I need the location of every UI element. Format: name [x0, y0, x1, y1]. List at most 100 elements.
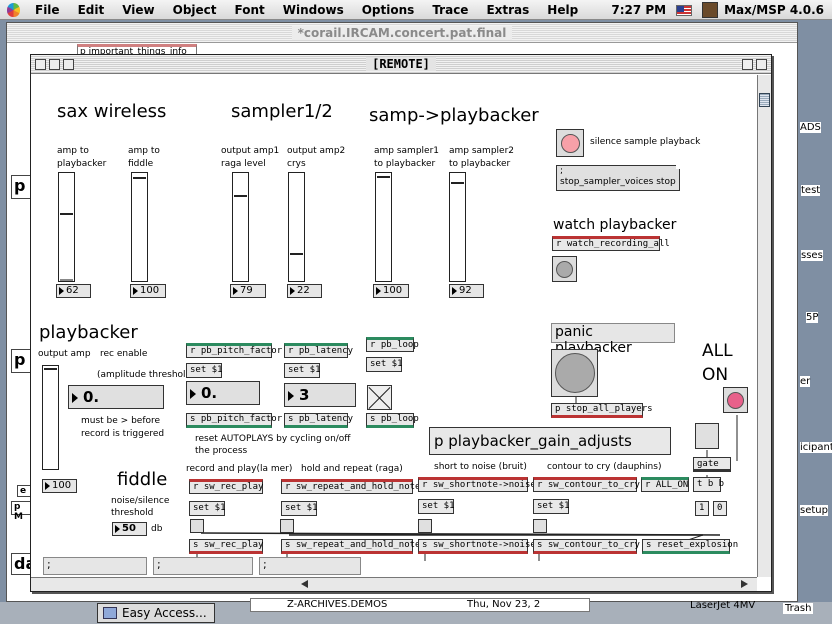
sax-amp-fiddle-number[interactable]: 100 [130, 284, 166, 298]
menu-trace[interactable]: Trace [423, 0, 477, 20]
gate-control-box[interactable] [695, 423, 719, 449]
horizontal-scrollbar[interactable] [31, 577, 757, 591]
menu-edit[interactable]: Edit [69, 0, 114, 20]
keyboard-flag-icon[interactable] [676, 4, 693, 16]
menu-windows[interactable]: Windows [274, 0, 353, 20]
rec-play-set-message[interactable]: set $1 [189, 501, 226, 516]
application-menu[interactable]: Max/MSP 4.0.6 [724, 3, 832, 17]
sw-contour-receive[interactable]: r sw_contour_to_cry [533, 477, 640, 492]
menu-extras[interactable]: Extras [477, 0, 538, 20]
sampler-output-amp2-slider[interactable] [288, 172, 305, 282]
menu-options[interactable]: Options [353, 0, 424, 20]
menu-file[interactable]: File [26, 0, 69, 20]
sw-contour-send[interactable]: s sw_contour_to_cry [533, 539, 640, 554]
contour-set-message[interactable]: set $1 [533, 499, 570, 514]
vertical-scrollbar[interactable] [757, 75, 771, 577]
pb-loop-send[interactable]: s pb_loop [366, 413, 419, 428]
bottom-message-box-1[interactable]: ; [43, 557, 147, 575]
sax-wireless-heading: sax wireless [57, 101, 167, 122]
vertical-scroll-thumb[interactable] [759, 93, 770, 107]
remote-title-bar[interactable]: [REMOTE] [31, 55, 771, 74]
remote-window[interactable]: [REMOTE] sax wireless amp to playbacker … [30, 54, 772, 592]
playbacker-gain-adjusts-object[interactable]: p playbacker_gain_adjusts [429, 427, 671, 455]
repeat-toggle[interactable] [280, 519, 294, 533]
shortnote-toggle[interactable] [418, 519, 432, 533]
pitch-factor-number[interactable]: 0. [186, 381, 260, 405]
watch-recording-receive[interactable]: r watch_recording_all [552, 236, 670, 251]
sampler-output-amp1-number[interactable]: 79 [230, 284, 266, 298]
message-zero[interactable]: 0 [713, 501, 727, 516]
pitch-set-message[interactable]: set $1 [186, 363, 223, 378]
repeat-set-message[interactable]: set $1 [281, 501, 318, 516]
pb-pitch-factor-receive[interactable]: r pb_pitch_factor [186, 343, 282, 358]
trigger-bang-object[interactable]: t b b [693, 477, 724, 492]
silence-sample-button[interactable] [556, 129, 584, 157]
sampler-output-amp2-number[interactable]: 22 [287, 284, 322, 298]
latency-number[interactable]: 3 [284, 383, 356, 407]
watch-playbacker-button[interactable] [552, 256, 577, 282]
window-zoom-icon[interactable] [742, 59, 753, 70]
pb-latency-receive[interactable]: r pb_latency [284, 343, 353, 358]
menubar-clock[interactable]: 7:27 PM [601, 3, 676, 17]
loop-toggle[interactable] [367, 385, 392, 410]
all-on-receive[interactable]: r ALL_ON [641, 477, 689, 492]
sw-shortnote-send[interactable]: s sw_shortnote->noise [418, 539, 536, 554]
easy-access-button[interactable]: Easy Access... [97, 603, 215, 623]
sw-repeat-hold-receive[interactable]: r sw_repeat_and_hold_note [281, 479, 420, 494]
latency-set-message[interactable]: set $1 [284, 363, 321, 378]
bg-stub-p2: p [11, 349, 31, 373]
sw-shortnote-receive[interactable]: r sw_shortnote->noise [418, 477, 536, 492]
loop-set-message[interactable]: set $1 [366, 357, 403, 372]
menu-font[interactable]: Font [226, 0, 274, 20]
patcher-canvas[interactable]: sax wireless amp to playbacker amp to fi… [31, 75, 757, 577]
sax-amp-playbacker-slider[interactable] [58, 172, 75, 282]
amp-sampler1-slider[interactable] [375, 172, 392, 282]
message-one[interactable]: 1 [695, 501, 709, 516]
window-collapse-icon[interactable] [756, 59, 767, 70]
sax-amp-fiddle-label: amp to fiddle [128, 146, 160, 169]
sw-repeat-hold-send[interactable]: s sw_repeat_and_hold_note [281, 539, 420, 554]
scroll-left-arrow-icon[interactable] [301, 580, 308, 588]
playbacker-output-amp-number[interactable]: 100 [42, 479, 77, 493]
pb-loop-receive[interactable]: r pb_loop [366, 337, 419, 352]
bg-side-label-icipant: icipant [800, 442, 832, 453]
pb-pitch-factor-send[interactable]: s pb_pitch_factor [186, 413, 282, 428]
menu-object[interactable]: Object [164, 0, 226, 20]
trash-label[interactable]: Trash [783, 603, 814, 614]
bottom-message-box-3[interactable]: ; [259, 557, 361, 575]
pb-latency-send[interactable]: s pb_latency [284, 413, 353, 428]
stop-sampler-voices-message[interactable]: ; stop_sampler_voices stop [556, 165, 680, 191]
bg-side-label-5p: 5P [806, 312, 819, 323]
gate-object[interactable]: gate [693, 457, 731, 472]
all-on-button[interactable] [723, 387, 748, 413]
menu-help[interactable]: Help [538, 0, 587, 20]
close-box-icon[interactable] [35, 59, 46, 70]
menu-view[interactable]: View [113, 0, 163, 20]
zoom-box-icon[interactable] [49, 59, 60, 70]
collapse-box-icon[interactable] [63, 59, 74, 70]
playbacker-output-amp-slider[interactable] [42, 365, 59, 470]
amplitude-threshold-number[interactable]: 0. [68, 385, 164, 409]
shortnote-set-message[interactable]: set $1 [418, 499, 455, 514]
reset-explosion-send[interactable]: s reset_explosion [642, 539, 738, 554]
sax-amp-fiddle-slider[interactable] [131, 172, 148, 282]
application-icon[interactable] [702, 2, 719, 18]
rec-play-toggle[interactable] [190, 519, 204, 533]
laserjet-printer-label[interactable]: LaserJet 4MV [690, 600, 755, 611]
fiddle-threshold-number[interactable]: 50 [112, 522, 147, 536]
background-window-title[interactable]: *corail.IRCAM.concert.pat.final [7, 23, 797, 43]
apple-menu-icon[interactable] [0, 0, 26, 20]
finder-archives-row[interactable]: Z-ARCHIVES.DEMOS Thu, Nov 23, 2 [250, 598, 590, 612]
sw-rec-play-receive[interactable]: r sw_rec_play [189, 479, 263, 494]
amp-sampler1-number[interactable]: 100 [373, 284, 409, 298]
panic-playbacker-button[interactable] [551, 349, 598, 397]
sax-amp-playbacker-number[interactable]: 62 [56, 284, 91, 298]
bottom-message-box-2[interactable]: ; [153, 557, 253, 575]
amp-sampler2-slider[interactable] [449, 172, 466, 282]
contour-toggle[interactable] [533, 519, 547, 533]
stop-all-players-object[interactable]: p stop_all_players [551, 403, 653, 418]
amp-sampler2-number[interactable]: 92 [449, 284, 484, 298]
sampler-output-amp1-slider[interactable] [232, 172, 249, 282]
scroll-right-arrow-icon[interactable] [741, 580, 748, 588]
sw-rec-play-send[interactable]: s sw_rec_play [189, 539, 263, 554]
